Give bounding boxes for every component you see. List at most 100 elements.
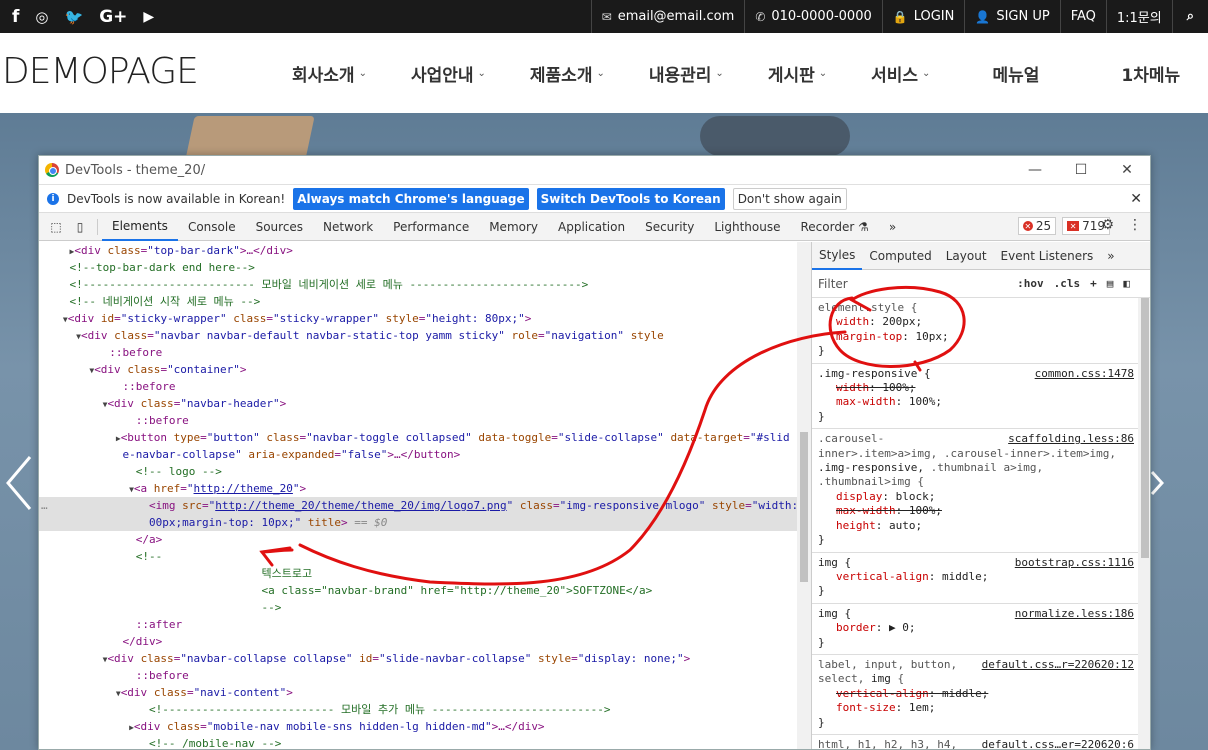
tab-elements[interactable]: Elements — [102, 213, 178, 241]
tab-lighthouse[interactable]: Lighthouse — [704, 213, 790, 241]
dom-line[interactable]: ▼<div id="sticky-wrapper" class="sticky-… — [39, 310, 811, 327]
tab-computed[interactable]: Computed — [862, 242, 938, 270]
twitter-icon[interactable]: 🐦 — [65, 8, 84, 26]
style-rule[interactable]: img {normalize.less:186 border: ▶ 0; } — [812, 604, 1150, 655]
search-button[interactable]: ⌕ — [1171, 0, 1208, 33]
style-rule[interactable]: .carousel-scaffolding.less:86 inner>.ite… — [812, 429, 1150, 553]
nav-item-service[interactable]: 서비스 ⌄ — [849, 61, 952, 86]
facebook-icon[interactable]: f — [12, 7, 19, 27]
hov-toggle[interactable]: :hov — [1017, 277, 1044, 290]
dom-line[interactable]: <!-- 네비게이션 시작 세로 메뉴 --> — [39, 293, 811, 310]
dom-line[interactable]: <!--top-bar-dark end here--> — [39, 259, 811, 276]
dom-line[interactable]: <!-------------------------- 모바일 네비게이션 세… — [39, 276, 811, 293]
dom-line[interactable]: e-navbar-collapse" aria-expanded="false"… — [39, 446, 811, 463]
style-rule[interactable]: html, h1, h2, h3, h4, default.css…er=2206… — [812, 735, 1150, 749]
gear-icon[interactable]: ⚙ — [1101, 217, 1114, 233]
dont-show-button[interactable]: Don't show again — [732, 187, 847, 210]
minimize-icon[interactable]: — — [1012, 156, 1058, 184]
elements-panel[interactable]: ▶<div class="top-bar-dark">…</div> <!--t… — [39, 242, 811, 749]
nav-item-first-menu[interactable]: 1차메뉴 — [1061, 61, 1202, 86]
tab-memory[interactable]: Memory — [479, 213, 548, 241]
rule-source-link[interactable]: normalize.less:186 — [1015, 607, 1134, 621]
infobar-close-icon[interactable]: ✕ — [1130, 191, 1142, 207]
maximize-icon[interactable]: ☐ — [1058, 156, 1104, 184]
tab-security[interactable]: Security — [635, 213, 704, 241]
kebab-menu-icon[interactable]: ⋮ — [1128, 217, 1142, 233]
dom-line[interactable]: --> — [39, 599, 811, 616]
add-rule-icon[interactable]: + — [1090, 277, 1097, 290]
dom-line[interactable]: <a class="navbar-brand" href="http://the… — [39, 582, 811, 599]
rule-source-link[interactable]: bootstrap.css:1116 — [1015, 556, 1134, 570]
more-tabs-icon[interactable]: » — [879, 213, 906, 241]
dom-line[interactable]: </a> — [39, 531, 811, 548]
dom-line[interactable]: ▼<div class="navbar navbar-default navba… — [39, 327, 811, 344]
tab-performance[interactable]: Performance — [383, 213, 479, 241]
paint-icon[interactable]: ▤ — [1107, 277, 1114, 290]
dom-line[interactable]: <!-------------------------- 모바일 추가 메뉴 -… — [39, 701, 811, 718]
match-language-button[interactable]: Always match Chrome's language — [293, 187, 529, 210]
selected-dom-line[interactable]: 00px;margin-top: 10px;" title> == $0 — [39, 514, 811, 531]
dom-line[interactable]: ::before — [39, 412, 811, 429]
dom-line[interactable]: <!-- logo --> — [39, 463, 811, 480]
dom-line[interactable]: ▶<button type="button" class="navbar-tog… — [39, 429, 811, 446]
slider-next-icon[interactable] — [1150, 470, 1164, 496]
switch-korean-button[interactable]: Switch DevTools to Korean — [536, 187, 725, 210]
nav-item-products[interactable]: 제품소개 ⌄ — [508, 61, 627, 86]
nav-item-business[interactable]: 사업안내 ⌄ — [389, 61, 508, 86]
inspect-icon[interactable]: ⬚ — [45, 213, 67, 241]
nav-item-board[interactable]: 게시판 ⌄ — [746, 61, 849, 86]
faq-link[interactable]: FAQ — [1059, 0, 1106, 33]
signup-link[interactable]: 👤 SIGN UP — [964, 0, 1059, 33]
tab-layout[interactable]: Layout — [939, 242, 994, 270]
styles-filter-input[interactable]: Filter — [818, 277, 968, 291]
device-toolbar-icon[interactable]: ▯ — [69, 213, 91, 241]
slider-prev-icon[interactable] — [4, 455, 34, 511]
nav-item-content[interactable]: 내용관리 ⌄ — [627, 61, 746, 86]
selected-dom-line[interactable]: … <img src="http://theme_20/theme/theme_… — [39, 497, 811, 514]
nav-item-manual[interactable]: 메뉴얼 — [952, 61, 1061, 86]
elements-scrollbar[interactable] — [797, 242, 811, 749]
dom-line[interactable]: ▶<div class="top-bar-dark">…</div> — [39, 242, 811, 259]
dom-line[interactable]: ::after — [39, 616, 811, 633]
dom-line[interactable]: <!-- — [39, 548, 811, 565]
scroll-thumb[interactable] — [800, 432, 808, 582]
error-count-badge[interactable]: ✕ 25 — [1017, 217, 1057, 235]
tab-console[interactable]: Console — [178, 213, 246, 241]
login-link[interactable]: 🔒 LOGIN — [881, 0, 965, 33]
dom-line[interactable]: ▶<div class="mobile-nav mobile-sns hidde… — [39, 718, 811, 735]
tab-sources[interactable]: Sources — [246, 213, 313, 241]
youtube-icon[interactable]: ▶ — [143, 9, 154, 25]
rule-source-link[interactable]: scaffolding.less:86 — [1008, 432, 1134, 446]
dom-line[interactable]: ::before — [39, 667, 811, 684]
scroll-thumb[interactable] — [1141, 298, 1149, 558]
dom-line[interactable]: ▼<div class="navbar-collapse collapse" i… — [39, 650, 811, 667]
rule-source-link[interactable]: common.css:1478 — [1035, 367, 1134, 381]
cls-toggle[interactable]: .cls — [1054, 277, 1081, 290]
style-rule[interactable]: element.style { width: 200px; margin-top… — [812, 298, 1150, 364]
dom-line[interactable]: ::before — [39, 344, 811, 361]
styles-scrollbar[interactable] — [1138, 298, 1150, 749]
instagram-icon[interactable]: ◎ — [35, 8, 48, 26]
style-rule[interactable]: .img-responsive {common.css:1478 width: … — [812, 364, 1150, 430]
tab-application[interactable]: Application — [548, 213, 635, 241]
style-rule[interactable]: label, input, button, default.css…r=22062… — [812, 655, 1150, 735]
dom-line[interactable]: ▼<a href="http://theme_20"> — [39, 480, 811, 497]
site-logo[interactable]: DEMOPAGE — [2, 51, 199, 92]
close-icon[interactable]: ✕ — [1104, 156, 1150, 184]
rule-source-link[interactable]: default.css…r=220620:12 — [982, 658, 1134, 672]
phone-link[interactable]: ✆ 010-0000-0000 — [744, 0, 881, 33]
dom-line[interactable]: ▼<div class="navbar-header"> — [39, 395, 811, 412]
dom-line[interactable]: 텍스트로고 — [39, 565, 811, 582]
tab-recorder[interactable]: Recorder ⚗ — [791, 213, 879, 241]
email-link[interactable]: ✉ email@email.com — [590, 0, 745, 33]
tab-network[interactable]: Network — [313, 213, 383, 241]
dom-line[interactable]: ::before — [39, 378, 811, 395]
inquiry-link[interactable]: 1:1문의 — [1105, 0, 1172, 33]
dom-line[interactable]: <!-- /mobile-nav --> — [39, 735, 811, 749]
sidebar-toggle-icon[interactable]: ◧ — [1123, 277, 1130, 290]
more-tabs-icon[interactable]: » — [1100, 242, 1121, 270]
tab-event-listeners[interactable]: Event Listeners — [994, 242, 1101, 270]
nav-item-company[interactable]: 회사소개 ⌄ — [270, 61, 389, 86]
dom-line[interactable]: ▼<div class="container"> — [39, 361, 811, 378]
tab-styles[interactable]: Styles — [812, 242, 863, 270]
